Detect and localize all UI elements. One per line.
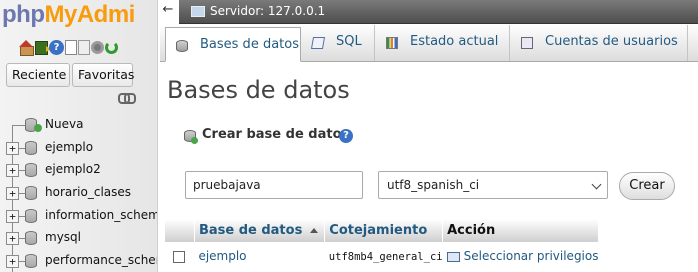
tab-user-accounts[interactable]: Cuentas de usuarios [511, 25, 688, 61]
tab-sql[interactable]: SQL [302, 25, 375, 61]
documentation-icon[interactable] [65, 40, 77, 55]
collapse-nav-arrow-icon[interactable]: ← [160, 3, 176, 17]
tab-status[interactable]: Estado actual [376, 25, 510, 61]
new-plus-icon [34, 124, 42, 132]
main-tab-bar: Bases de datos SQL Estado actual Cuentas… [160, 24, 698, 62]
tree-item-new[interactable]: Nueva [0, 114, 157, 137]
nav-icon-bar: ? [19, 40, 118, 56]
select-all-header [165, 219, 195, 242]
header-collation[interactable]: Cotejamiento [324, 219, 444, 242]
table-header-row: Base de datos Cotejamiento Acción [165, 219, 599, 242]
home-icon[interactable] [19, 40, 34, 56]
create-button[interactable]: Crear [619, 172, 675, 200]
privileges-icon [446, 251, 460, 262]
expand-icon[interactable]: + [6, 232, 19, 246]
page-title: Bases de datos [167, 76, 350, 104]
collation-select[interactable]: utf8_spanish_ci [378, 171, 608, 199]
docs-icon[interactable] [78, 40, 90, 55]
expand-icon[interactable]: + [6, 255, 19, 269]
expand-icon[interactable]: + [6, 209, 19, 223]
help-icon[interactable]: ? [339, 129, 353, 143]
tree-item-label[interactable]: Nueva [45, 117, 83, 131]
check-privileges-link[interactable]: Seleccionar privilegios [464, 249, 599, 263]
tree-item-label[interactable]: information_schema [45, 208, 157, 222]
server-breadcrumb[interactable]: Servidor: 127.0.0.1 [210, 4, 325, 18]
database-icon [25, 186, 37, 201]
phpmyadmin-logo[interactable]: phpMyAdmi [2, 1, 135, 29]
database-icon [25, 140, 37, 155]
tree-item-ejemplo[interactable]: + ejemplo [0, 136, 157, 160]
database-icon [25, 231, 37, 246]
header-action: Acción [442, 219, 599, 242]
tree-item-label[interactable]: horario_clases [45, 185, 131, 199]
database-name-input[interactable] [185, 171, 363, 199]
database-link[interactable]: ejemplo [198, 249, 246, 263]
plus-icon [191, 137, 198, 144]
favorite-tables-button[interactable]: Favoritas [72, 63, 134, 87]
logout-icon[interactable] [35, 41, 51, 55]
tree-item-ejemplo2[interactable]: + ejemplo2 [0, 159, 157, 183]
expand-icon[interactable]: + [6, 141, 19, 155]
databases-table: Base de datos Cotejamiento Acción ejempl… [165, 219, 599, 270]
table-row: ejemplo utf8mb4_general_ci Seleccionar p… [165, 242, 599, 270]
link-chain-icon[interactable] [118, 93, 136, 104]
tree-item-horario-clases[interactable]: + horario_clases [0, 182, 157, 205]
settings-gear-icon[interactable] [91, 41, 104, 54]
collation-value: utf8mb4_general_ci [328, 251, 443, 263]
help-icon[interactable]: ? [49, 40, 64, 55]
tree-item-label[interactable]: performance_schema [45, 253, 157, 267]
navigation-panel: phpMyAdmi ? Reciente Favoritas Nueva + e… [0, 0, 158, 272]
users-icon [521, 37, 533, 49]
database-icon [176, 40, 188, 52]
database-icon [25, 254, 37, 269]
reload-icon[interactable] [105, 41, 118, 54]
header-database[interactable]: Base de datos [194, 219, 326, 242]
collation-selected-value: utf8_spanish_ci [387, 178, 480, 192]
database-icon [25, 163, 37, 178]
expand-icon[interactable]: + [6, 164, 19, 178]
database-icon [25, 208, 37, 223]
tree-item-performance-schema[interactable]: + performance_schema [0, 250, 157, 272]
tree-item-label[interactable]: mysql [45, 230, 81, 244]
recent-tables-button[interactable]: Reciente [6, 63, 70, 87]
tree-item-label[interactable]: ejemplo2 [45, 162, 101, 176]
tab-databases[interactable]: Bases de datos [165, 27, 301, 62]
server-breadcrumb-bar: Servidor: 127.0.0.1 [179, 0, 698, 24]
row-checkbox[interactable] [173, 250, 185, 263]
create-database-label: Crear base de datos [202, 127, 350, 142]
status-chart-icon [386, 37, 398, 49]
database-tree: Nueva + ejemplo + ejemplo2 + horario_cla… [0, 114, 157, 272]
sort-ascending-icon [310, 228, 319, 233]
tree-item-mysql[interactable]: + mysql [0, 227, 157, 251]
tree-item-label[interactable]: ejemplo [45, 140, 93, 154]
chevron-down-icon [591, 179, 602, 190]
server-icon [191, 6, 205, 17]
tree-item-information-schema[interactable]: + information_schema [0, 204, 157, 228]
expand-icon[interactable]: + [6, 187, 19, 201]
sql-icon [310, 37, 326, 49]
